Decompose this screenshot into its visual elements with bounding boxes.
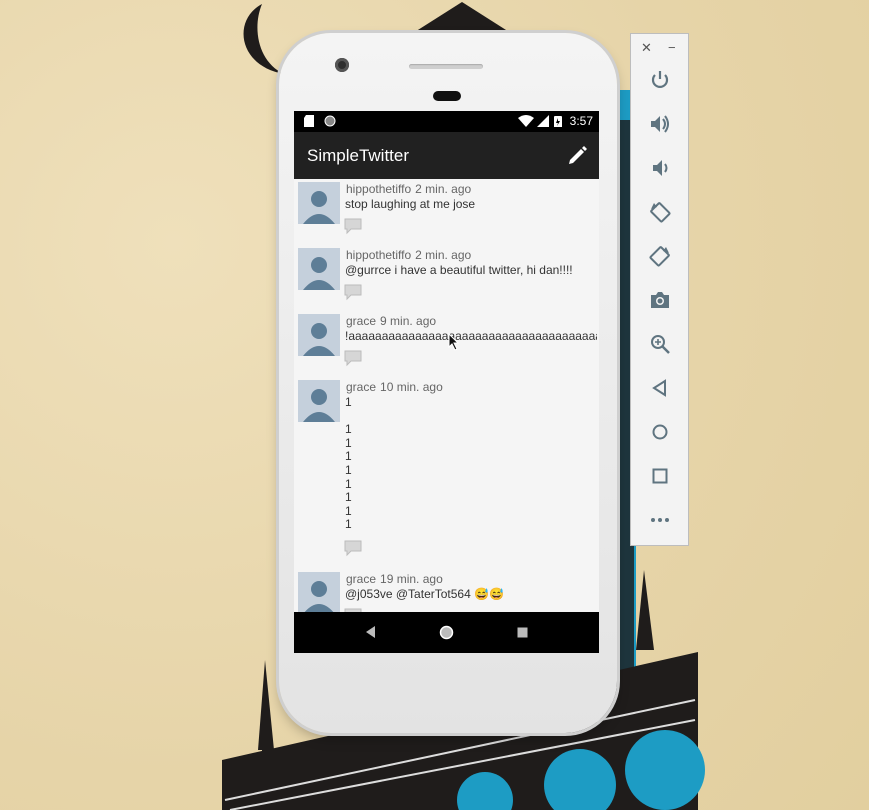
volume-up-icon[interactable] [649,113,671,135]
tweet-username: hippothetiffo [346,248,412,262]
overview-icon[interactable] [649,465,671,487]
pencil-icon[interactable] [567,144,589,166]
zoom-icon[interactable] [649,333,671,355]
back-icon[interactable] [649,377,671,399]
more-icon[interactable] [649,509,671,531]
app-toolbar: SimpleTwitter [294,132,599,179]
tweet-timeline[interactable]: hippothetiffo 2 min. ago stop laughing at… [294,179,599,612]
tweet-username: grace [346,380,377,394]
tweet-text: 1 1 1 1 1 1 1 1 1 [345,395,352,532]
recents-icon[interactable] [517,627,528,638]
camera-icon[interactable] [649,289,671,311]
tweet-timestamp: 2 min. ago [415,248,472,262]
back-icon[interactable] [364,625,376,639]
emulator-side-panel: ✕ − [630,33,689,546]
tweet-timestamp: 19 min. ago [380,572,443,586]
avatar[interactable] [298,380,340,422]
reply-icon[interactable] [343,349,363,367]
tweet-text: @j053ve @TaterTot564 😅😅 [345,587,504,601]
status-bar: 3:57 [294,111,599,132]
avatar[interactable] [298,572,340,612]
earpiece-speaker [409,64,483,69]
tweet-username: hippothetiffo [346,182,412,196]
battery-icon [554,116,562,127]
rotate-right-icon[interactable] [649,245,671,267]
tweet-timestamp: 2 min. ago [415,182,472,196]
tweet-timestamp: 10 min. ago [380,380,443,394]
power-icon[interactable] [649,69,671,91]
volume-down-icon[interactable] [649,157,671,179]
notification-icon [324,115,336,127]
android-nav-bar [294,612,599,653]
tweet-text: @gurrce i have a beautiful twitter, hi d… [345,263,573,277]
tweet-username: grace [346,314,377,328]
status-time: 3:57 [569,114,593,128]
reply-icon[interactable] [343,217,363,235]
avatar[interactable] [298,314,340,356]
proximity-sensor [433,91,461,101]
tweet-timestamp: 9 min. ago [380,314,437,328]
minimize-button[interactable]: − [668,40,676,55]
sd-card-icon [304,115,314,127]
tweet-text: stop laughing at me jose [345,197,476,211]
tweet-text: !aaaaaaaaaaaaaaaaaaaaaaaaaaaaaaaaaaaaaaa… [345,330,597,343]
home-icon[interactable] [649,421,671,443]
home-icon[interactable] [439,625,454,640]
mouse-cursor [448,333,460,351]
tweet-username: grace [346,572,377,586]
close-button[interactable]: ✕ [641,40,652,56]
reply-icon[interactable] [343,539,363,557]
wifi-icon [518,115,534,127]
front-camera [335,58,349,72]
cell-signal-icon [537,115,549,127]
avatar[interactable] [298,182,340,224]
avatar[interactable] [298,248,340,290]
app-title: SimpleTwitter [307,146,410,165]
rotate-left-icon[interactable] [649,201,671,223]
reply-icon[interactable] [343,283,363,301]
phone-screen: 3:57 SimpleTwitter hippothetiffo 2 min. a… [294,111,599,653]
